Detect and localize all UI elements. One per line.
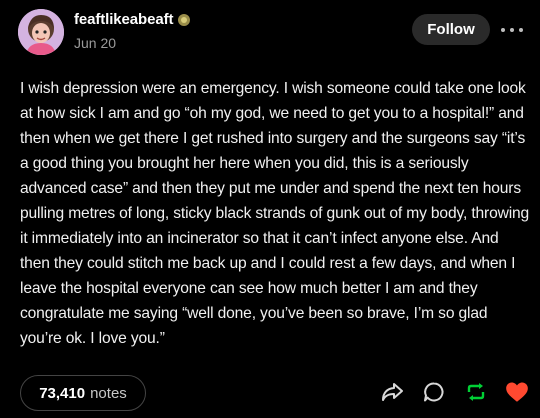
- reply-icon[interactable]: [420, 378, 448, 406]
- avatar-image: [18, 9, 64, 55]
- post-body: I wish depression were an emergency. I w…: [20, 76, 532, 351]
- follow-button[interactable]: Follow: [412, 14, 490, 45]
- post-header: feaftlikeabeaft Jun 20 Follow: [0, 0, 540, 70]
- heart-icon[interactable]: [503, 378, 531, 406]
- username-row: feaftlikeabeaft: [74, 11, 191, 28]
- post-actions: [0, 378, 540, 408]
- avatar[interactable]: [18, 9, 64, 55]
- reblog-icon[interactable]: [462, 378, 490, 406]
- more-options-icon[interactable]: [501, 20, 523, 40]
- post-text: I wish depression were an emergency. I w…: [20, 80, 530, 347]
- share-icon[interactable]: [378, 378, 406, 406]
- username[interactable]: feaftlikeabeaft: [74, 11, 173, 28]
- verified-badge-icon: [178, 13, 191, 26]
- post-date[interactable]: Jun 20: [74, 35, 116, 51]
